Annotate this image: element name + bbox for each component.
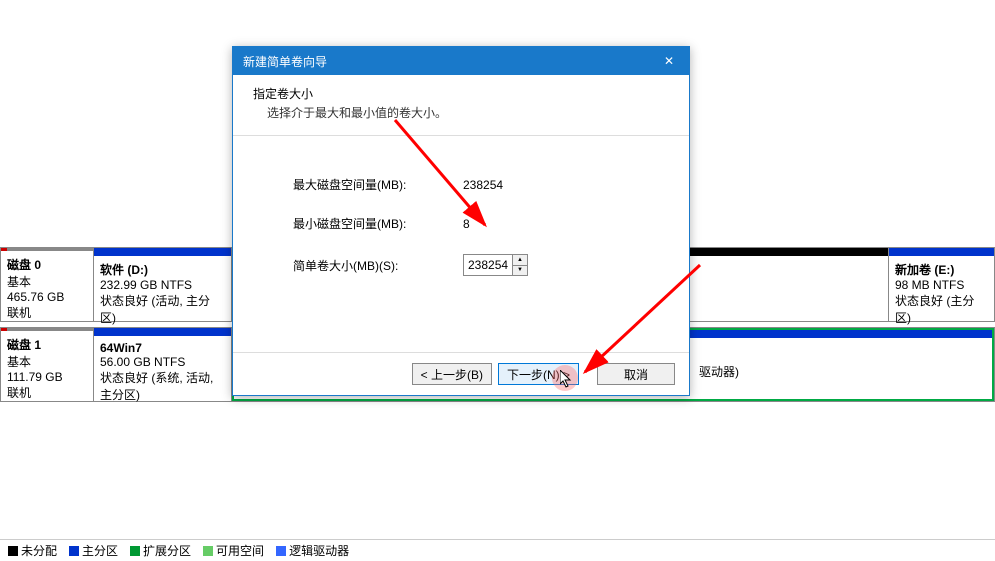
legend-primary: 主分区 bbox=[69, 542, 118, 559]
disk-0-name: 磁盘 0 bbox=[7, 256, 87, 273]
dialog-titlebar[interactable]: 新建简单卷向导 ✕ bbox=[233, 47, 689, 75]
dialog-header-subtitle: 选择介于最大和最小值的卷大小。 bbox=[267, 104, 669, 121]
max-space-label: 最大磁盘空间量(MB): bbox=[293, 176, 463, 193]
back-button[interactable]: < 上一步(B) bbox=[412, 363, 492, 385]
dialog-header-title: 指定卷大小 bbox=[253, 85, 669, 102]
disk-1-size: 111.79 GB bbox=[7, 370, 87, 384]
min-space-label: 最小磁盘空间量(MB): bbox=[293, 215, 463, 232]
partition-d-title: 软件 (D:) bbox=[100, 261, 225, 278]
min-space-value: 8 bbox=[463, 217, 563, 231]
cancel-button[interactable]: 取消 bbox=[597, 363, 675, 385]
close-icon: ✕ bbox=[664, 54, 674, 68]
partition-win7-status: 状态良好 (系统, 活动, 主分区) bbox=[100, 369, 225, 403]
volume-size-input[interactable] bbox=[464, 255, 512, 275]
max-space-row: 最大磁盘空间量(MB): 238254 bbox=[293, 176, 659, 193]
new-simple-volume-wizard-dialog: 新建简单卷向导 ✕ 指定卷大小 选择介于最大和最小值的卷大小。 最大磁盘空间量(… bbox=[232, 46, 690, 396]
next-button[interactable]: 下一步(N) > bbox=[498, 363, 579, 385]
dialog-body: 最大磁盘空间量(MB): 238254 最小磁盘空间量(MB): 8 简单卷大小… bbox=[233, 136, 689, 308]
disk-0-label: 磁盘 0 基本 465.76 GB 联机 bbox=[1, 248, 94, 321]
disk-1-label: 磁盘 1 基本 111.79 GB 联机 bbox=[1, 328, 94, 401]
legend-extended: 扩展分区 bbox=[130, 542, 191, 559]
max-space-value: 238254 bbox=[463, 178, 563, 192]
close-button[interactable]: ✕ bbox=[649, 47, 689, 75]
legend-bar: 未分配 主分区 扩展分区 可用空间 逻辑驱动器 bbox=[0, 539, 995, 561]
partition-win7-title: 64Win7 bbox=[100, 341, 225, 355]
partition-d-status: 状态良好 (活动, 主分区) bbox=[100, 292, 225, 326]
disk-0-size: 465.76 GB bbox=[7, 290, 87, 304]
partition-e-status: 状态良好 (主分区) bbox=[895, 292, 988, 326]
disk-1-type: 基本 bbox=[7, 353, 87, 370]
disk-0-type: 基本 bbox=[7, 273, 87, 290]
disk-0-partition-e[interactable]: 新加卷 (E:) 98 MB NTFS 状态良好 (主分区) bbox=[889, 248, 994, 321]
dialog-footer: < 上一步(B) 下一步(N) > 取消 bbox=[233, 352, 689, 395]
spinner-up-button[interactable]: ▲ bbox=[513, 255, 527, 266]
simple-size-label: 简单卷大小(MB)(S): bbox=[293, 257, 463, 274]
disk-0-status: 联机 bbox=[7, 304, 87, 321]
dialog-header: 指定卷大小 选择介于最大和最小值的卷大小。 bbox=[233, 75, 689, 136]
partition-win7-size: 56.00 GB NTFS bbox=[100, 355, 225, 369]
partition-d-size: 232.99 GB NTFS bbox=[100, 278, 225, 292]
spinner-down-button[interactable]: ▼ bbox=[513, 266, 527, 276]
partition-e-title: 新加卷 (E:) bbox=[895, 261, 988, 278]
volume-size-spinner[interactable]: ▲ ▼ bbox=[463, 254, 528, 276]
simple-size-row: 简单卷大小(MB)(S): ▲ ▼ bbox=[293, 254, 659, 276]
disk-1-name: 磁盘 1 bbox=[7, 336, 87, 353]
legend-unallocated: 未分配 bbox=[8, 542, 57, 559]
legend-logical: 逻辑驱动器 bbox=[276, 542, 349, 559]
disk-1-status: 联机 bbox=[7, 384, 87, 401]
legend-free: 可用空间 bbox=[203, 542, 264, 559]
dialog-title-text: 新建简单卷向导 bbox=[243, 53, 327, 70]
partition-e-size: 98 MB NTFS bbox=[895, 278, 988, 292]
min-space-row: 最小磁盘空间量(MB): 8 bbox=[293, 215, 659, 232]
disk-0-partition-d[interactable]: 软件 (D:) 232.99 GB NTFS 状态良好 (活动, 主分区) bbox=[94, 248, 232, 321]
disk-1-extra-text: 驱动器) bbox=[699, 365, 739, 379]
disk-1-partition-win7[interactable]: 64Win7 56.00 GB NTFS 状态良好 (系统, 活动, 主分区) bbox=[94, 328, 232, 401]
